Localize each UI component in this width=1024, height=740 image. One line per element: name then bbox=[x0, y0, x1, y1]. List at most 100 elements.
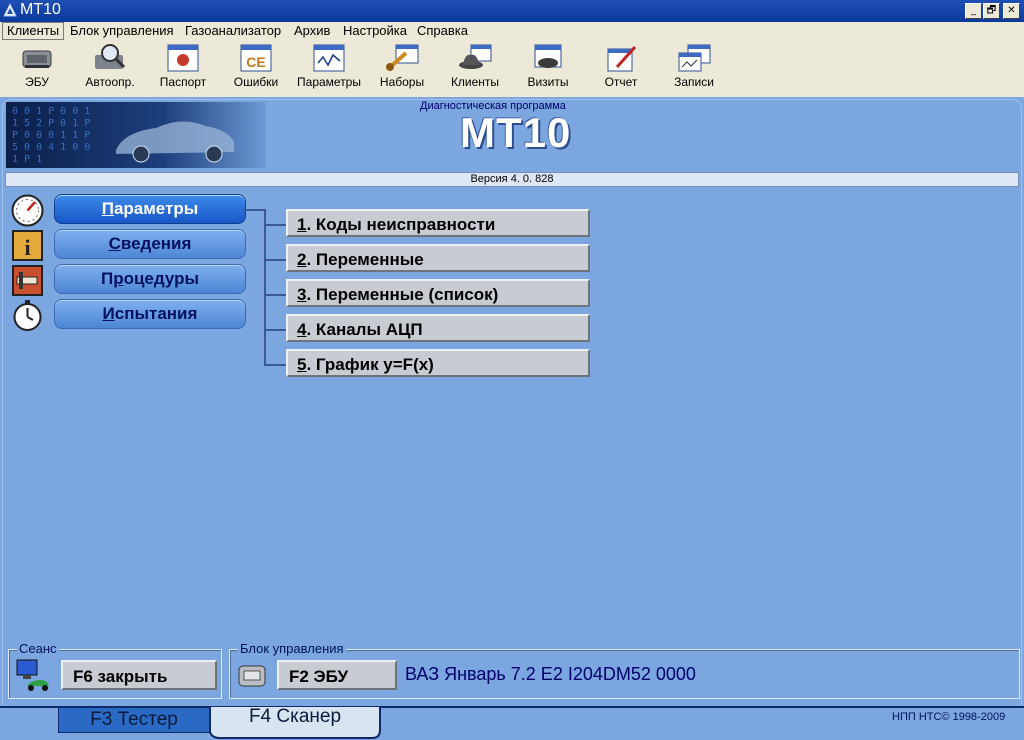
title-bar: МТ10 _ 🗗 ✕ bbox=[0, 0, 1024, 22]
copyright-label: НПП НТС© 1998-2009 bbox=[892, 711, 1006, 723]
sub-button-graph[interactable]: 5. График y=F(x) bbox=[286, 349, 590, 377]
tree-connector bbox=[264, 209, 266, 365]
hotkey-letter: р bbox=[113, 269, 124, 288]
sub-button-label: . Каналы АЦП bbox=[306, 320, 423, 339]
hotkey-letter: С bbox=[108, 234, 121, 253]
side-button-parameters[interactable]: Параметры bbox=[54, 194, 246, 224]
tab-scanner[interactable]: F4 Сканер bbox=[212, 705, 378, 729]
toolbar-passport-button[interactable]: Паспорт bbox=[148, 43, 218, 95]
side-button-parameters-label: араметры bbox=[113, 199, 199, 218]
passport-icon bbox=[167, 44, 199, 72]
procedures-icon bbox=[12, 265, 43, 296]
toolbar-label: ЭБУ bbox=[25, 75, 49, 89]
side-button-info[interactable]: Сведения bbox=[54, 229, 246, 259]
svg-text:i: i bbox=[24, 235, 30, 260]
svg-text:P 0 0 0 1 1 P: P 0 0 0 1 1 P bbox=[12, 130, 90, 141]
gauge-icon bbox=[11, 194, 44, 227]
tree-connector bbox=[264, 329, 286, 331]
ecu-icon bbox=[22, 50, 52, 68]
menu-help[interactable]: Справка bbox=[413, 23, 472, 39]
toolbar-label: Ошибки bbox=[233, 75, 279, 89]
minimize-button[interactable]: _ bbox=[965, 3, 982, 19]
clients-icon bbox=[459, 44, 492, 69]
toolbar-ecu-button[interactable]: ЭБУ bbox=[2, 43, 72, 95]
toolbar-label: Визиты bbox=[527, 75, 569, 89]
session-group-label: Сеанс bbox=[17, 641, 59, 656]
sub-button-label: . Коды неисправности bbox=[306, 215, 496, 234]
errors-icon: CE bbox=[240, 44, 272, 72]
toolbar-label: Записи bbox=[674, 75, 714, 89]
ecu-group-label: Блок управления bbox=[238, 641, 346, 656]
sub-button-label: . Переменные bbox=[306, 250, 424, 269]
tree-connector bbox=[264, 224, 286, 226]
menu-gas-analyzer[interactable]: Газоанализатор bbox=[181, 23, 285, 39]
toolbar-label: Паспорт bbox=[159, 75, 207, 89]
menu-settings[interactable]: Настройка bbox=[339, 23, 411, 39]
sub-button-adc-channels[interactable]: 4. Каналы АЦП bbox=[286, 314, 590, 342]
ce-mark: CE bbox=[246, 54, 265, 70]
ecu-group: Блок управления F2 ЭБУ ВАЗ Январь 7.2 Е2… bbox=[229, 641, 1020, 699]
side-button-procedures[interactable]: Процедуры bbox=[54, 264, 246, 294]
report-icon bbox=[607, 45, 637, 72]
menu-ecu[interactable]: Блок управления bbox=[66, 23, 178, 39]
session-group: Сеанс F6 закрыть bbox=[8, 641, 222, 699]
side-button-procedures-label-a: П bbox=[100, 269, 114, 288]
toolbar-kits-button[interactable]: Наборы bbox=[367, 43, 437, 95]
svg-text:5 0 0 4 1 0 0: 5 0 0 4 1 0 0 bbox=[12, 142, 90, 153]
tree-connector bbox=[264, 259, 286, 261]
tree-connector bbox=[264, 294, 286, 296]
car-graphic: 0 0 1 P 0 0 11 5 2 P 0 1 PP 0 0 0 1 1 P5… bbox=[12, 106, 234, 165]
sub-button-variables[interactable]: 2. Переменные bbox=[286, 244, 590, 272]
tools-icon bbox=[386, 44, 419, 71]
side-button-tests[interactable]: Испытания bbox=[54, 299, 246, 329]
main-frame bbox=[2, 99, 1022, 707]
window-title: МТ10 bbox=[20, 1, 61, 18]
menu-archive[interactable]: Архив bbox=[290, 23, 334, 39]
ecu-button[interactable]: F2 ЭБУ bbox=[277, 660, 397, 690]
toolbar-visits-button[interactable]: Визиты bbox=[513, 43, 583, 95]
close-button[interactable]: ✕ bbox=[1003, 3, 1020, 19]
parameters-icon bbox=[313, 44, 345, 72]
ecu-info: ВАЗ Январь 7.2 Е2 I204DM52 0000 bbox=[405, 664, 696, 684]
computer-car-icon bbox=[16, 659, 49, 691]
toolbar-label: Клиенты bbox=[450, 75, 500, 89]
side-button-procedures-label-b: оцедуры bbox=[123, 269, 200, 288]
app-logo-icon bbox=[3, 3, 17, 17]
side-button-info-label: ведения bbox=[120, 234, 192, 253]
side-button-tests-label: спытания bbox=[114, 304, 198, 323]
svg-text:0 0 1 P 0 0 1: 0 0 1 P 0 0 1 bbox=[12, 106, 90, 117]
info-icon: i bbox=[12, 230, 43, 261]
magnifier-icon bbox=[95, 44, 126, 69]
toolbar-parameters-button[interactable]: Параметры bbox=[294, 43, 364, 95]
menu-bar: Клиенты Блок управления Газоанализатор А… bbox=[0, 22, 1024, 41]
toolbar-label: Наборы bbox=[379, 75, 425, 89]
tab-tester[interactable]: F3 Тестер bbox=[58, 708, 210, 733]
sub-button-fault-codes[interactable]: 1. Коды неисправности bbox=[286, 209, 590, 237]
menu-clients[interactable]: Клиенты bbox=[2, 22, 65, 40]
sub-button-label: . Переменные (список) bbox=[306, 285, 499, 304]
main-panel: 0 0 1 P 0 0 11 5 2 P 0 1 PP 0 0 0 1 1 P5… bbox=[0, 97, 1024, 740]
close-session-button[interactable]: F6 закрыть bbox=[61, 660, 217, 690]
svg-text:1 5 2 P 0 1 P: 1 5 2 P 0 1 P bbox=[12, 118, 90, 129]
toolbar-label: Автоопр. bbox=[85, 75, 135, 89]
version-label: Версия 4. 0. 828 bbox=[5, 172, 1019, 187]
ecu-module-icon bbox=[238, 665, 266, 687]
tree-connector bbox=[244, 209, 266, 211]
toolbar-autodetect-button[interactable]: Автоопр. bbox=[75, 43, 145, 95]
sub-button-variables-list[interactable]: 3. Переменные (список) bbox=[286, 279, 590, 307]
toolbar-label: Отчет bbox=[604, 75, 638, 89]
restore-button[interactable]: 🗗 bbox=[983, 3, 1000, 19]
stopwatch-icon bbox=[13, 300, 42, 331]
hotkey-letter: П bbox=[101, 199, 114, 218]
toolbar-report-button[interactable]: Отчет bbox=[586, 43, 656, 95]
toolbar-errors-button[interactable]: CE Ошибки bbox=[221, 43, 291, 95]
sub-button-label: . График y=F(x) bbox=[306, 355, 434, 374]
toolbar-clients-button[interactable]: Клиенты bbox=[440, 43, 510, 95]
toolbar-label: Параметры bbox=[297, 75, 361, 89]
banner-car-image: 0 0 1 P 0 0 11 5 2 P 0 1 PP 0 0 0 1 1 P5… bbox=[6, 102, 266, 168]
hotkey-letter: И bbox=[102, 304, 115, 323]
records-icon bbox=[678, 44, 711, 72]
toolbar-records-button[interactable]: Записи bbox=[659, 43, 729, 95]
tree-connector bbox=[264, 364, 286, 366]
toolbar: ЭБУ Автоопр. Паспорт CE Ошибки Параметры… bbox=[0, 41, 1024, 97]
